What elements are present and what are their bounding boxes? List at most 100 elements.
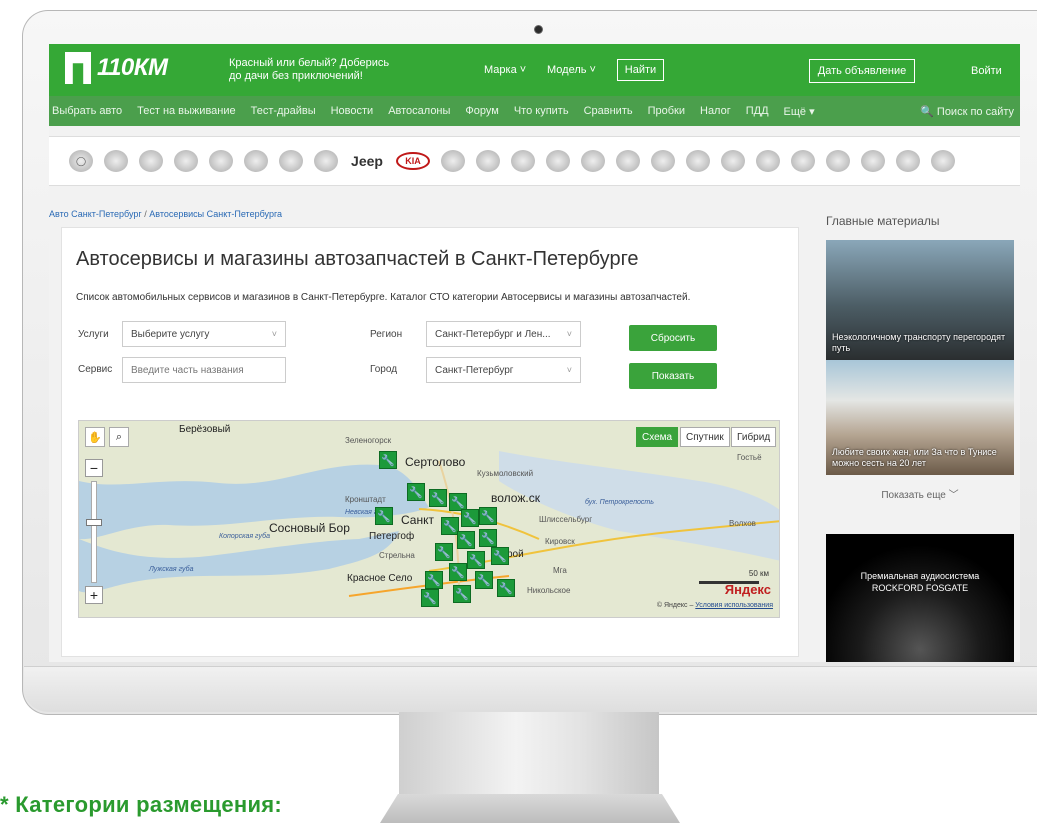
service-pin-icon[interactable]: 🔧	[449, 563, 467, 581]
nav-item-survival-test[interactable]: Тест на выживание	[137, 105, 236, 117]
brand-mazda-icon[interactable]	[581, 150, 605, 172]
nav-item-test-drives[interactable]: Тест-драйвы	[251, 105, 316, 117]
service-pin-icon[interactable]: 🔧	[429, 489, 447, 507]
zoom-handle[interactable]	[86, 519, 102, 526]
service-search-input[interactable]: Введите часть названия	[122, 357, 286, 383]
service-pin-icon[interactable]: 🔧	[421, 589, 439, 607]
yandex-logo[interactable]: Яндекс	[725, 582, 771, 597]
brand-chevrolet-icon[interactable]	[139, 150, 163, 172]
brand-vw-icon[interactable]	[896, 150, 920, 172]
brand-greatwall-icon[interactable]	[826, 150, 850, 172]
brand-mitsubishi2-icon[interactable]	[616, 150, 640, 172]
brand-bmw-icon[interactable]	[104, 150, 128, 172]
nav-item-choose-car[interactable]: Выбрать авто	[52, 105, 122, 117]
map-label: Петергоф	[369, 531, 415, 542]
brand-hyundai-icon[interactable]	[279, 150, 303, 172]
zoom-track[interactable]	[91, 481, 97, 583]
brand-landrover-icon[interactable]	[441, 150, 465, 172]
zoom-slider[interactable]: − +	[85, 459, 103, 604]
service-pin-icon[interactable]: 🔧	[457, 531, 475, 549]
nav-item-dealers[interactable]: Автосалоны	[388, 105, 450, 117]
service-pin-icon[interactable]: 🔧	[479, 507, 497, 525]
article-2-title[interactable]: Любите своих жен, или За что в Тунисе мо…	[832, 447, 1010, 469]
zoom-in-icon[interactable]: +	[85, 586, 103, 604]
nav-item-tax[interactable]: Налог	[700, 105, 731, 117]
brand-nissan-icon[interactable]	[546, 150, 570, 172]
service-pin-icon[interactable]: 🔧	[461, 509, 479, 527]
city-select[interactable]: Санкт-Петербург ˅	[426, 357, 581, 383]
sidebar-heading: Главные материалы	[826, 214, 940, 228]
article-card-2[interactable]: Любите своих жен, или За что в Тунисе мо…	[826, 360, 1014, 475]
login-link[interactable]: Войти	[971, 65, 1002, 77]
hand-tool-icon[interactable]: ✋	[85, 427, 105, 447]
service-pin-icon[interactable]: 🔧	[491, 547, 509, 565]
webcam-icon	[534, 25, 543, 34]
nav-item-what-to-buy[interactable]: Что купить	[514, 105, 569, 117]
article-1-title[interactable]: Неэкологичному транспорту перегородят пу…	[832, 332, 1010, 354]
service-pin-icon[interactable]: 🔧	[453, 585, 471, 603]
find-button[interactable]: Найти	[617, 59, 664, 81]
zoom-out-icon[interactable]: −	[85, 459, 103, 477]
brand-mitsubishi-icon[interactable]	[511, 150, 535, 172]
map-label: рой	[507, 549, 524, 560]
breadcrumb-current[interactable]: Автосервисы Санкт-Петербурга	[149, 209, 282, 219]
reset-button[interactable]: Сбросить	[629, 325, 717, 351]
brand-skoda-icon[interactable]	[721, 150, 745, 172]
monitor-chin	[24, 666, 1037, 712]
nav-item-traffic[interactable]: Пробки	[648, 105, 685, 117]
breadcrumb-root-link[interactable]: Авто Санкт-Петербург	[49, 209, 142, 219]
terms-link[interactable]: Условия использования	[695, 602, 773, 609]
brand-toyota-icon[interactable]	[791, 150, 815, 172]
service-pin-icon[interactable]: 🔧	[425, 571, 443, 589]
brand-infiniti-icon[interactable]	[314, 150, 338, 172]
brand-ford-icon[interactable]	[209, 150, 233, 172]
brand-honda-icon[interactable]	[244, 150, 268, 172]
header-slogan[interactable]: Красный или белый? Доберись до дачи без …	[229, 57, 389, 83]
browser-screen: 110КМ Красный или белый? Доберись до дач…	[49, 44, 1020, 662]
service-map[interactable]: ✋ ⌕ − + Схема Спутник Гибрид Берёзовый З…	[78, 420, 780, 618]
post-ad-button[interactable]: Дать объявление	[809, 59, 915, 83]
breadcrumb-separator: /	[144, 209, 147, 219]
services-select[interactable]: Выберите услугу ˅	[122, 321, 286, 347]
service-search-placeholder: Введите часть названия	[131, 364, 244, 376]
service-pin-icon[interactable]: 🔧	[475, 571, 493, 589]
brand-chery-icon[interactable]	[174, 150, 198, 172]
map-scheme-button[interactable]: Схема	[636, 427, 679, 447]
show-more-button[interactable]: Показать еще ﹀	[826, 486, 1014, 501]
brand-lexus-icon[interactable]	[476, 150, 500, 172]
service-pin-icon[interactable]: 🔧	[479, 529, 497, 547]
site-logo[interactable]: 110КМ	[65, 52, 168, 84]
brand-audi-icon[interactable]: ◯	[69, 150, 93, 172]
brand-renault-icon[interactable]	[686, 150, 710, 172]
make-select[interactable]: Марка ˅	[484, 64, 526, 76]
nav-item-rules[interactable]: ПДД	[746, 105, 769, 117]
service-pin-icon[interactable]: 🔧	[467, 551, 485, 569]
show-button[interactable]: Показать	[629, 363, 717, 389]
service-pin-icon[interactable]: 🔧	[497, 579, 515, 597]
brand-jeep-icon[interactable]: Jeep	[349, 150, 385, 172]
ad-text: Премиальная аудиосистема ROCKFORD FOSGAT…	[826, 570, 1014, 594]
nav-item-forum[interactable]: Форум	[465, 105, 498, 117]
site-search-link[interactable]: 🔍 Поиск по сайту	[920, 105, 1014, 118]
service-pin-icon[interactable]: 🔧	[435, 543, 453, 561]
nav-item-more[interactable]: Ещё ▾	[784, 105, 815, 118]
region-select[interactable]: Санкт-Петербург и Лен... ˅	[426, 321, 581, 347]
ad-banner[interactable]: Премиальная аудиосистема ROCKFORD FOSGAT…	[826, 534, 1014, 662]
brand-opel-icon[interactable]	[651, 150, 675, 172]
brand-kia-icon[interactable]: KIA	[396, 152, 430, 170]
main-nav: Выбрать авто Тест на выживание Тест-драй…	[49, 96, 1020, 126]
service-pin-icon[interactable]: 🔧	[407, 483, 425, 501]
brand-volvo-icon[interactable]	[931, 150, 955, 172]
map-hybrid-button[interactable]: Гибрид	[731, 427, 777, 447]
nav-item-news[interactable]: Новости	[331, 105, 374, 117]
service-pin-icon[interactable]: 🔧	[379, 451, 397, 469]
chevron-down-icon: ˅	[566, 329, 572, 339]
zoom-area-icon[interactable]: ⌕	[109, 427, 129, 447]
brand-subaru-icon[interactable]	[756, 150, 780, 172]
map-satellite-button[interactable]: Спутник	[680, 427, 730, 447]
model-select[interactable]: Модель ˅	[547, 64, 596, 76]
service-pin-icon[interactable]: 🔧	[375, 507, 393, 525]
article-card-1[interactable]: Неэкологичному транспорту перегородят пу…	[826, 240, 1014, 360]
brand-lada-icon[interactable]	[861, 150, 885, 172]
nav-item-compare[interactable]: Сравнить	[584, 105, 633, 117]
